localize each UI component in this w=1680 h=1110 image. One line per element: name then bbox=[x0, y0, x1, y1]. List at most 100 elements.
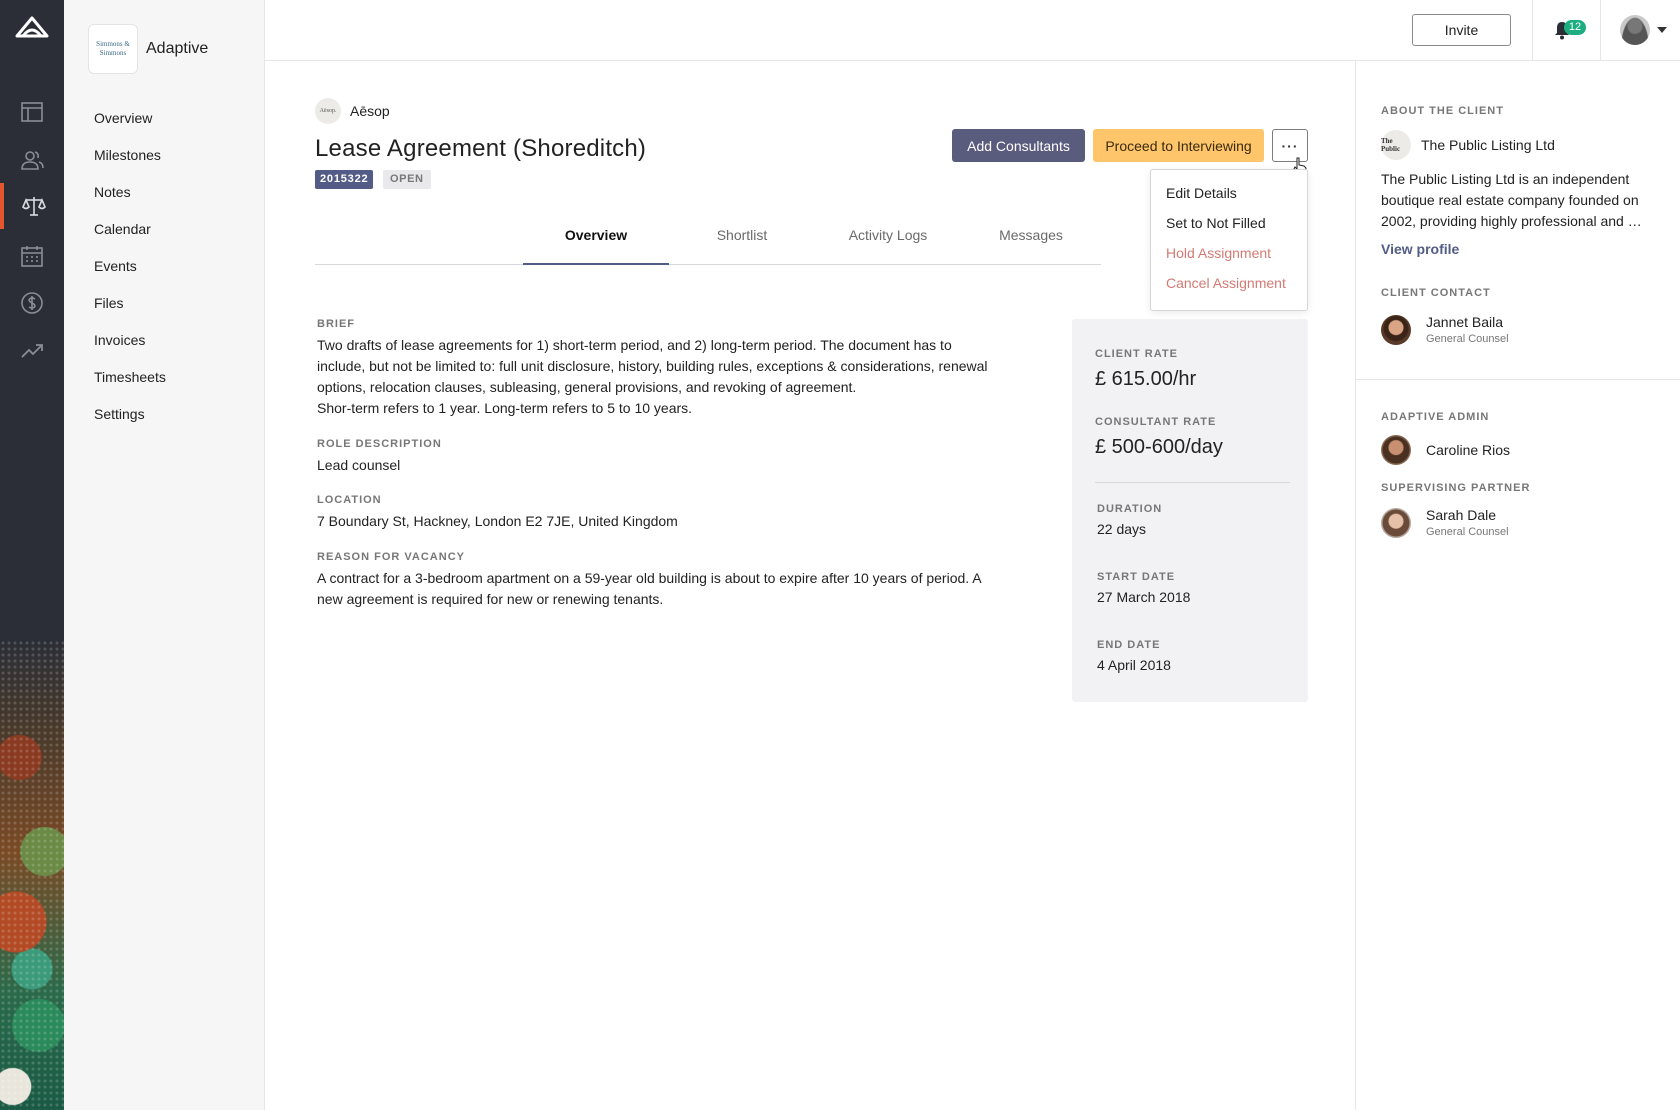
nav-item-files[interactable]: Files bbox=[94, 292, 166, 329]
status-badge: OPEN bbox=[383, 170, 431, 189]
divider bbox=[1356, 379, 1680, 380]
nav-item-settings[interactable]: Settings bbox=[94, 403, 166, 440]
tab-messages[interactable]: Messages bbox=[961, 222, 1101, 265]
start-date-label: START DATE bbox=[1097, 571, 1176, 583]
dollar-icon bbox=[21, 292, 43, 314]
person-details: Jannet Baila General Counsel bbox=[1426, 313, 1509, 347]
main-content: Aēsop. Aēsop Lease Agreement (Shoreditch… bbox=[265, 61, 1355, 1110]
client-info-panel: ABOUT THE CLIENT The Public The Public L… bbox=[1355, 61, 1680, 1110]
org-name: Adaptive bbox=[146, 40, 209, 57]
assignment-id-badge: 2015322 bbox=[315, 170, 374, 189]
proceed-to-interviewing-button[interactable]: Proceed to Interviewing bbox=[1093, 129, 1264, 162]
rate-card: CLIENT RATE £ 615.00/hr CONSULTANT RATE … bbox=[1072, 319, 1308, 702]
client-header: The Public The Public Listing Ltd bbox=[1381, 130, 1555, 160]
rail-item-analytics[interactable] bbox=[0, 328, 64, 374]
brief-text: Two drafts of lease agreements for 1) sh… bbox=[317, 337, 988, 416]
people-icon bbox=[21, 151, 44, 170]
rail-item-calendar[interactable] bbox=[0, 233, 64, 279]
invite-button[interactable]: Invite bbox=[1412, 14, 1511, 46]
adaptive-admin[interactable]: Caroline Rios bbox=[1381, 435, 1510, 465]
location-label: LOCATION bbox=[317, 494, 382, 506]
reason-text: A contract for a 3-bedroom apartment on … bbox=[317, 570, 981, 607]
role-text: Lead counsel bbox=[317, 457, 401, 473]
menu-item-hold-assignment[interactable]: Hold Assignment bbox=[1151, 240, 1307, 270]
nav-item-overview[interactable]: Overview bbox=[94, 107, 166, 144]
contact-name: Jannet Baila bbox=[1426, 314, 1504, 330]
nav-item-notes[interactable]: Notes bbox=[94, 181, 166, 218]
client-name[interactable]: Aēsop bbox=[350, 103, 390, 119]
view-profile-link[interactable]: View profile bbox=[1381, 241, 1459, 257]
partner-role: General Counsel bbox=[1426, 526, 1509, 538]
user-avatar[interactable] bbox=[1620, 15, 1650, 45]
avatar bbox=[1381, 315, 1411, 345]
client-contact-label: CLIENT CONTACT bbox=[1381, 287, 1491, 299]
decorative-artwork bbox=[0, 640, 64, 1110]
nav-item-calendar[interactable]: Calendar bbox=[94, 218, 166, 255]
client-description: The Public Listing Ltd is an independent… bbox=[1381, 171, 1642, 229]
client-rate-value: £ 615.00/hr bbox=[1095, 368, 1197, 390]
admin-name: Caroline Rios bbox=[1426, 442, 1511, 458]
trending-icon bbox=[21, 344, 43, 358]
nav-item-timesheets[interactable]: Timesheets bbox=[94, 366, 166, 403]
tab-shortlist[interactable]: Shortlist bbox=[669, 222, 815, 265]
tab-bar: Overview Shortlist Activity Logs Message… bbox=[315, 222, 1101, 265]
client-line: Aēsop. Aēsop bbox=[315, 98, 390, 124]
org-logo[interactable]: Simmons & Simmons bbox=[88, 24, 138, 74]
sub-navigation: Simmons & Simmons Adaptive Overview Mile… bbox=[64, 0, 265, 1110]
consultant-rate-value: £ 500-600/day bbox=[1095, 436, 1223, 458]
brief-section: BRIEF Two drafts of lease agreements for… bbox=[317, 318, 997, 419]
menu-item-edit-details[interactable]: Edit Details bbox=[1151, 180, 1307, 210]
menu-item-cancel-assignment[interactable]: Cancel Assignment bbox=[1151, 270, 1307, 300]
notification-count-badge: 12 bbox=[1564, 20, 1586, 35]
supervising-partner-label: SUPERVISING PARTNER bbox=[1381, 482, 1531, 494]
avatar bbox=[1381, 508, 1411, 538]
tab-activity-logs[interactable]: Activity Logs bbox=[815, 222, 961, 265]
nav-item-milestones[interactable]: Milestones bbox=[94, 144, 166, 181]
client-logo: Aēsop. bbox=[315, 98, 341, 124]
end-date-label: END DATE bbox=[1097, 639, 1161, 651]
org-header: Simmons & Simmons Adaptive bbox=[88, 24, 208, 74]
icon-rail bbox=[0, 0, 64, 1110]
client-rate-label: CLIENT RATE bbox=[1095, 348, 1178, 360]
client-contact[interactable]: Jannet Baila General Counsel bbox=[1381, 313, 1509, 347]
rail-item-assignments[interactable] bbox=[0, 183, 64, 229]
person-details: Caroline Rios bbox=[1426, 441, 1510, 459]
start-date-value: 27 March 2018 bbox=[1097, 589, 1191, 605]
contact-role: General Counsel bbox=[1426, 333, 1509, 345]
adaptive-admin-label: ADAPTIVE ADMIN bbox=[1381, 411, 1490, 423]
rail-item-billing[interactable] bbox=[0, 280, 64, 326]
reason-section: REASON FOR VACANCY A contract for a 3-be… bbox=[317, 551, 997, 610]
chevron-down-icon[interactable] bbox=[1657, 27, 1667, 33]
top-bar: Invite 12 bbox=[265, 0, 1680, 61]
divider bbox=[1532, 0, 1533, 61]
partner-name: Sarah Dale bbox=[1426, 507, 1497, 523]
sub-nav-list: Overview Milestones Notes Calendar Event… bbox=[94, 107, 166, 440]
nav-item-events[interactable]: Events bbox=[94, 255, 166, 292]
rail-item-people[interactable] bbox=[0, 137, 64, 183]
avatar bbox=[1381, 435, 1411, 465]
reason-label: REASON FOR VACANCY bbox=[317, 551, 465, 563]
divider bbox=[1095, 482, 1290, 483]
role-label: ROLE DESCRIPTION bbox=[317, 438, 442, 450]
about-client-label: ABOUT THE CLIENT bbox=[1381, 105, 1504, 117]
consultant-rate-label: CONSULTANT RATE bbox=[1095, 416, 1217, 428]
duration-value: 22 days bbox=[1097, 521, 1147, 537]
divider bbox=[1600, 0, 1601, 61]
supervising-partner[interactable]: Sarah Dale General Counsel bbox=[1381, 506, 1509, 540]
scales-icon bbox=[22, 197, 46, 216]
end-date-value: 4 April 2018 bbox=[1097, 657, 1171, 673]
page-title: Lease Agreement (Shoreditch) bbox=[315, 135, 647, 162]
layout-icon bbox=[21, 102, 43, 122]
nav-item-invoices[interactable]: Invoices bbox=[94, 329, 166, 366]
rail-item-layout[interactable] bbox=[0, 89, 64, 135]
location-text: 7 Boundary St, Hackney, London E2 7JE, U… bbox=[317, 513, 678, 529]
duration-label: DURATION bbox=[1097, 503, 1163, 515]
tab-overview[interactable]: Overview bbox=[523, 222, 669, 265]
location-section: LOCATION 7 Boundary St, Hackney, London … bbox=[317, 494, 997, 532]
calendar-icon bbox=[21, 246, 43, 267]
app-logo-icon[interactable] bbox=[14, 14, 50, 40]
add-consultants-button[interactable]: Add Consultants bbox=[952, 129, 1085, 162]
menu-item-set-not-filled[interactable]: Set to Not Filled bbox=[1151, 210, 1307, 240]
more-options-menu: Edit Details Set to Not Filled Hold Assi… bbox=[1150, 169, 1308, 311]
person-details: Sarah Dale General Counsel bbox=[1426, 506, 1509, 540]
